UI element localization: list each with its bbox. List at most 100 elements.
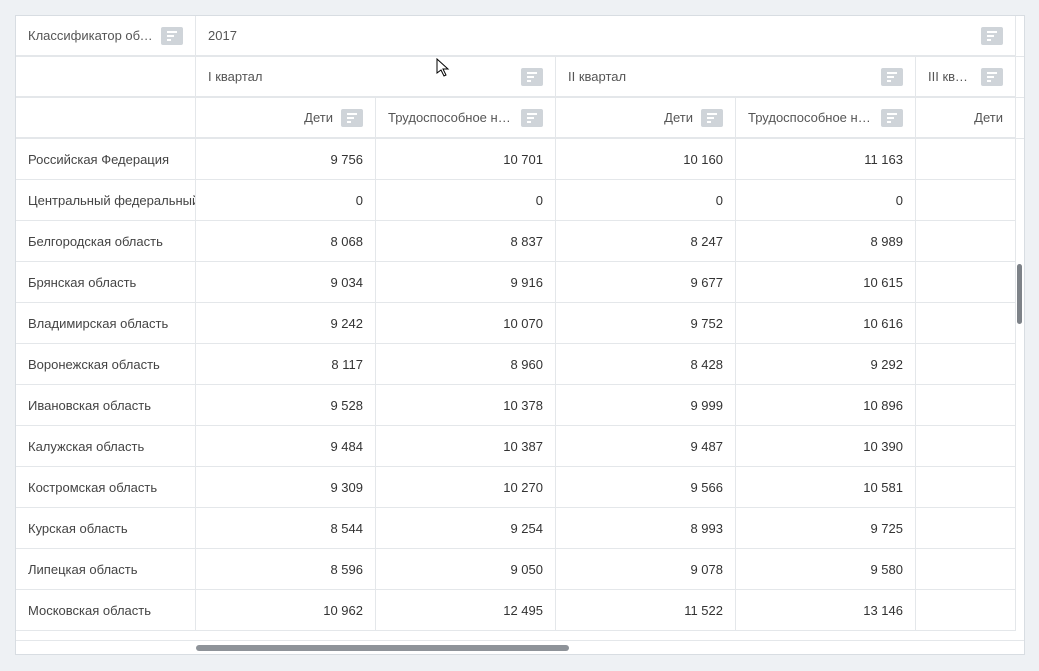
data-cell[interactable] [916, 344, 1016, 385]
data-cell[interactable] [916, 221, 1016, 262]
data-cell[interactable]: 9 254 [376, 508, 556, 549]
data-cell[interactable]: 0 [556, 180, 736, 221]
data-cell[interactable] [916, 590, 1016, 631]
row-name[interactable]: Белгородская область [16, 221, 196, 262]
data-cell[interactable] [916, 303, 1016, 344]
data-cell[interactable]: 10 270 [376, 467, 556, 508]
data-cell[interactable] [916, 139, 1016, 180]
data-cell[interactable]: 9 999 [556, 385, 736, 426]
row-name[interactable]: Ивановская область [16, 385, 196, 426]
row-name[interactable]: Липецкая область [16, 549, 196, 590]
sort-icon[interactable] [521, 109, 543, 127]
data-cell[interactable]: 10 896 [736, 385, 916, 426]
data-cell[interactable]: 9 484 [196, 426, 376, 467]
data-cell[interactable]: 12 495 [376, 590, 556, 631]
pivot-table: Классификатор объект... 2017 I квартал I… [15, 15, 1025, 655]
row-name[interactable]: Центральный федеральный... [16, 180, 196, 221]
data-cell[interactable] [916, 385, 1016, 426]
quarter-header-3[interactable]: III квартал [916, 57, 1016, 97]
data-cell[interactable]: 10 378 [376, 385, 556, 426]
sort-icon[interactable] [881, 109, 903, 127]
data-cell[interactable]: 9 756 [196, 139, 376, 180]
data-cell[interactable]: 9 916 [376, 262, 556, 303]
row-name[interactable]: Курская область [16, 508, 196, 549]
data-cell[interactable]: 10 701 [376, 139, 556, 180]
data-cell[interactable]: 10 616 [736, 303, 916, 344]
data-cell[interactable]: 10 387 [376, 426, 556, 467]
data-cell[interactable]: 8 117 [196, 344, 376, 385]
dimension-header[interactable]: Классификатор объект... [16, 16, 196, 56]
data-cell[interactable] [916, 262, 1016, 303]
data-cell[interactable]: 8 989 [736, 221, 916, 262]
data-cell[interactable]: 10 615 [736, 262, 916, 303]
data-cell[interactable]: 9 242 [196, 303, 376, 344]
measure-header[interactable]: Дети [196, 98, 376, 138]
row-name[interactable]: Российская Федерация [16, 139, 196, 180]
row-name[interactable]: Владимирская область [16, 303, 196, 344]
data-cell[interactable]: 10 390 [736, 426, 916, 467]
data-cell[interactable]: 10 070 [376, 303, 556, 344]
row-name[interactable]: Калужская область [16, 426, 196, 467]
data-cell[interactable]: 8 596 [196, 549, 376, 590]
measure-header[interactable]: Дети [556, 98, 736, 138]
data-cell[interactable]: 10 160 [556, 139, 736, 180]
row-name[interactable]: Брянская область [16, 262, 196, 303]
data-cell[interactable]: 9 752 [556, 303, 736, 344]
data-cell[interactable]: 8 993 [556, 508, 736, 549]
data-cell[interactable]: 10 581 [736, 467, 916, 508]
data-cell[interactable]: 8 428 [556, 344, 736, 385]
data-cell[interactable]: 8 544 [196, 508, 376, 549]
header-blank [16, 57, 196, 97]
data-cell[interactable] [916, 467, 1016, 508]
data-cell[interactable]: 0 [376, 180, 556, 221]
data-cell[interactable]: 9 050 [376, 549, 556, 590]
sort-icon[interactable] [521, 68, 543, 86]
data-cell[interactable]: 8 960 [376, 344, 556, 385]
data-cell[interactable]: 0 [736, 180, 916, 221]
data-cell[interactable] [916, 508, 1016, 549]
data-cell[interactable] [916, 180, 1016, 221]
vertical-scrollbar-thumb[interactable] [1017, 264, 1022, 324]
quarter-header-1[interactable]: I квартал [196, 57, 556, 97]
sort-icon[interactable] [881, 68, 903, 86]
data-cell[interactable] [916, 549, 1016, 590]
measure-header[interactable]: Дети [916, 98, 1016, 138]
quarter-header-2[interactable]: II квартал [556, 57, 916, 97]
data-cell[interactable]: 13 146 [736, 590, 916, 631]
row-name[interactable]: Костромская область [16, 467, 196, 508]
year-header[interactable]: 2017 [196, 16, 1016, 56]
data-cell[interactable]: 9 725 [736, 508, 916, 549]
data-cell[interactable]: 9 487 [556, 426, 736, 467]
row-name[interactable]: Московская область [16, 590, 196, 631]
sort-icon[interactable] [161, 27, 183, 45]
horizontal-scrollbar-thumb[interactable] [196, 645, 569, 651]
measure-label: Дети [208, 110, 333, 125]
data-cell[interactable] [916, 426, 1016, 467]
data-cell[interactable]: 9 078 [556, 549, 736, 590]
sort-icon[interactable] [341, 109, 363, 127]
horizontal-scrollbar[interactable] [16, 640, 1024, 654]
data-cell[interactable]: 11 163 [736, 139, 916, 180]
measure-label: Дети [928, 110, 1003, 125]
data-cell[interactable]: 11 522 [556, 590, 736, 631]
data-cell[interactable]: 9 528 [196, 385, 376, 426]
row-name[interactable]: Воронежская область [16, 344, 196, 385]
data-cell[interactable]: 9 292 [736, 344, 916, 385]
measure-label: Трудоспособное на... [388, 110, 513, 125]
data-cell[interactable]: 9 677 [556, 262, 736, 303]
data-cell[interactable]: 8 068 [196, 221, 376, 262]
data-cell[interactable]: 0 [196, 180, 376, 221]
sort-icon[interactable] [701, 109, 723, 127]
sort-icon[interactable] [981, 27, 1003, 45]
quarter-label: I квартал [208, 69, 513, 84]
data-cell[interactable]: 9 309 [196, 467, 376, 508]
data-cell[interactable]: 8 837 [376, 221, 556, 262]
sort-icon[interactable] [981, 68, 1003, 86]
data-cell[interactable]: 9 580 [736, 549, 916, 590]
measure-header[interactable]: Трудоспособное на... [376, 98, 556, 138]
data-cell[interactable]: 9 034 [196, 262, 376, 303]
data-cell[interactable]: 9 566 [556, 467, 736, 508]
measure-header[interactable]: Трудоспособное на... [736, 98, 916, 138]
data-cell[interactable]: 8 247 [556, 221, 736, 262]
data-cell[interactable]: 10 962 [196, 590, 376, 631]
